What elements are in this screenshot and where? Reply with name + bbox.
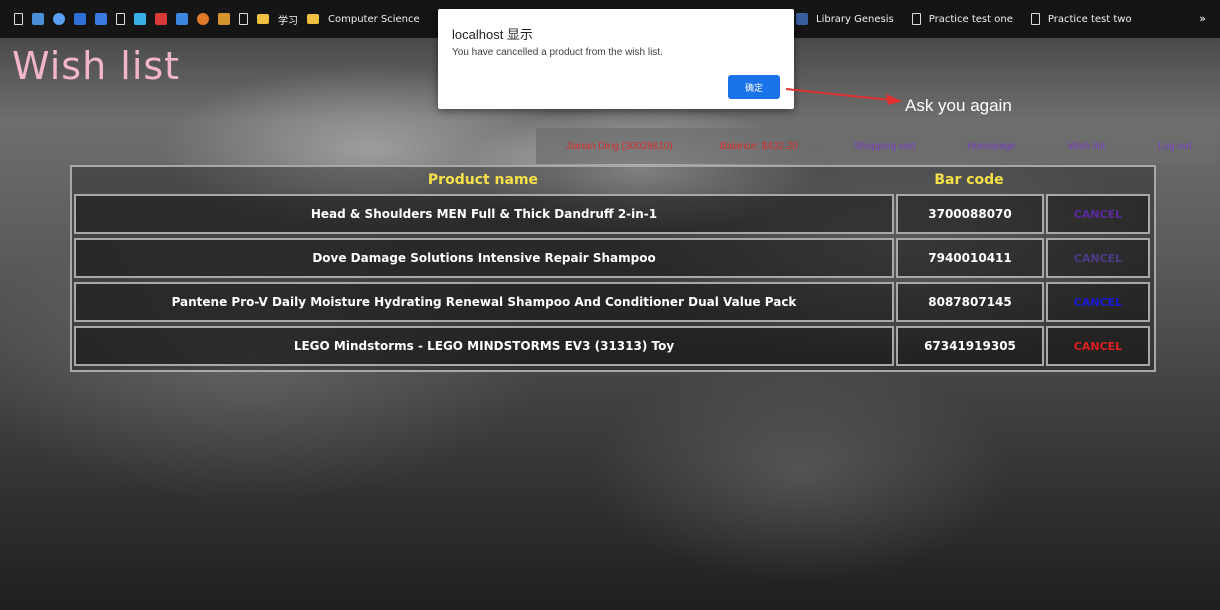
nav-user: Jianan Ding (30028610) xyxy=(566,140,673,152)
bookmark-library-genesis[interactable]: Library Genesis xyxy=(816,14,894,25)
bookmark-icon[interactable] xyxy=(32,13,44,25)
bar-code-cell: 67341919305 xyxy=(896,326,1044,366)
cancel-button[interactable]: CANCEL xyxy=(1046,194,1150,234)
alert-dialog: localhost 显示 You have cancelled a produc… xyxy=(438,9,794,109)
bookmark-chinese-label[interactable]: 学习 xyxy=(278,12,298,27)
bookmark-icon[interactable] xyxy=(218,13,230,25)
bookmark-practice-two[interactable]: Practice test two xyxy=(1048,14,1132,25)
bookmark-icon[interactable] xyxy=(134,13,146,25)
product-name-cell: LEGO Mindstorms - LEGO MINDSTORMS EV3 (3… xyxy=(74,326,894,366)
product-name-cell: Pantene Pro-V Daily Moisture Hydrating R… xyxy=(74,282,894,322)
more-bookmarks-chevron-icon[interactable]: » xyxy=(1199,12,1206,25)
folder-icon[interactable] xyxy=(307,14,319,24)
bookmark-icon[interactable] xyxy=(53,13,65,25)
product-name-cell: Dove Damage Solutions Intensive Repair S… xyxy=(74,238,894,278)
bookmark-icon[interactable] xyxy=(796,13,808,25)
bookmark-practice-one[interactable]: Practice test one xyxy=(929,14,1013,25)
table-row: Head & Shoulders MEN Full & Thick Dandru… xyxy=(72,194,1154,238)
ok-button[interactable]: 确定 xyxy=(728,75,780,99)
dialog-message: You have cancelled a product from the wi… xyxy=(452,47,663,58)
page-title: Wish list xyxy=(12,44,181,88)
page-icon[interactable] xyxy=(239,13,248,25)
nav-log-out-link[interactable]: Log out xyxy=(1158,141,1191,152)
bar-code-cell: 7940010411 xyxy=(896,238,1044,278)
folder-icon[interactable] xyxy=(257,14,269,24)
nav-homepage-link[interactable]: Homepage xyxy=(967,141,1016,152)
header-product-name: Product name xyxy=(427,172,539,188)
page-icon[interactable] xyxy=(116,13,125,25)
bookmark-icon[interactable] xyxy=(74,13,86,25)
nav-bar: Jianan Ding (30028610) Balance: $432.20 … xyxy=(536,128,1217,164)
header-bar-code: Bar code xyxy=(934,172,1004,188)
bar-code-cell: 3700088070 xyxy=(896,194,1044,234)
nav-wish-list-link[interactable]: Wish list xyxy=(1068,141,1105,152)
bookmarks-right-group: Library Genesis Practice test one Practi… xyxy=(796,0,1132,38)
page-icon[interactable] xyxy=(911,13,921,25)
table-header: Product name Bar code xyxy=(72,167,1154,194)
wish-list-table: Product name Bar code Head & Shoulders M… xyxy=(70,165,1156,372)
bar-code-cell: 8087807145 xyxy=(896,282,1044,322)
table-row: Pantene Pro-V Daily Moisture Hydrating R… xyxy=(72,282,1154,326)
annotation-arrow-icon xyxy=(786,88,902,105)
page-icon[interactable] xyxy=(1030,13,1040,25)
mail-icon[interactable] xyxy=(155,13,167,25)
bookmark-icon[interactable] xyxy=(95,13,107,25)
table-row: Dove Damage Solutions Intensive Repair S… xyxy=(72,238,1154,282)
nav-balance: Balance: $432.20 xyxy=(720,140,798,152)
bookmark-computer-science[interactable]: Computer Science xyxy=(328,14,420,25)
table-row: LEGO Mindstorms - LEGO MINDSTORMS EV3 (3… xyxy=(72,326,1154,370)
annotation-text: Ask you again xyxy=(905,96,1012,115)
cancel-button[interactable]: CANCEL xyxy=(1046,326,1150,366)
product-name-cell: Head & Shoulders MEN Full & Thick Dandru… xyxy=(74,194,894,234)
dialog-title: localhost 显示 xyxy=(452,27,533,42)
cancel-button[interactable]: CANCEL xyxy=(1046,282,1150,322)
cancel-button[interactable]: CANCEL xyxy=(1046,238,1150,278)
bookmark-icon[interactable] xyxy=(197,13,209,25)
page-icon[interactable] xyxy=(14,13,23,25)
bookmark-icon[interactable] xyxy=(176,13,188,25)
nav-shopping-cart-link[interactable]: Shopping cart xyxy=(854,141,916,152)
